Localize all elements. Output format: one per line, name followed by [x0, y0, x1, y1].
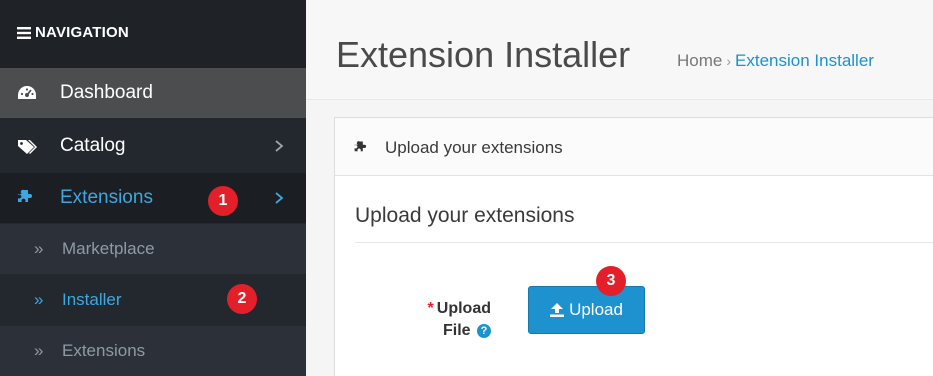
- nav-header: NAVIGATION: [0, 0, 306, 68]
- tags-icon: [18, 140, 37, 154]
- dashboard-icon: [18, 86, 36, 99]
- panel-heading: Upload your extensions: [335, 118, 933, 176]
- step-badge-3: 3: [596, 266, 626, 296]
- sidebar-item-label: Catalog: [60, 135, 126, 156]
- sidebar-item-catalog[interactable]: Catalog: [0, 121, 306, 171]
- step-badge-2: 2: [227, 284, 257, 314]
- chevron-right-icon: [275, 192, 284, 204]
- sidebar-subitem-extensions[interactable]: » Extensions: [0, 326, 306, 376]
- submenu-arrow-icon: »: [34, 239, 44, 258]
- sidebar-item-extensions[interactable]: Extensions: [0, 173, 306, 223]
- menu-icon[interactable]: [17, 27, 31, 40]
- upload-file-label: * Upload File ?: [395, 298, 491, 342]
- nav-title[interactable]: NAVIGATION: [17, 24, 129, 41]
- field-label-line2: File: [442, 322, 471, 339]
- page-title: Extension Installer: [336, 34, 631, 75]
- page-header: Extension Installer Home › Extension Insta…: [306, 0, 933, 100]
- form-legend: Upload your extensions: [355, 204, 575, 227]
- breadcrumb-separator: ›: [726, 53, 732, 69]
- nav-title-label: NAVIGATION: [35, 24, 129, 41]
- required-marker: *: [427, 300, 434, 317]
- sidebar-subitem-installer[interactable]: » Installer: [0, 275, 306, 325]
- upload-button-label: Upload: [569, 300, 623, 319]
- upload-panel: Upload your extensions Upload your exten…: [334, 117, 933, 376]
- puzzle-icon: [18, 189, 32, 202]
- submenu-arrow-icon: »: [34, 341, 44, 360]
- sidebar-subitem-label: Installer: [62, 290, 122, 309]
- legend-divider: [355, 242, 933, 243]
- panel-title: Upload your extensions: [385, 138, 563, 157]
- breadcrumb: Home › Extension Installer: [677, 51, 874, 71]
- upload-icon: [550, 303, 565, 317]
- sidebar-item-label: Dashboard: [60, 82, 153, 103]
- sidebar: NAVIGATION Dashboard Catalog Extensions: [0, 0, 306, 376]
- breadcrumb-current-link[interactable]: Extension Installer: [735, 51, 874, 70]
- upload-button[interactable]: Upload: [528, 286, 645, 334]
- breadcrumb-home-link[interactable]: Home: [677, 51, 722, 70]
- sidebar-item-dashboard[interactable]: Dashboard: [0, 68, 306, 118]
- sidebar-item-label: Extensions: [60, 187, 153, 208]
- puzzle-icon: [354, 141, 367, 152]
- sidebar-subitem-marketplace[interactable]: » Marketplace: [0, 224, 306, 274]
- help-icon[interactable]: ?: [477, 323, 491, 338]
- main-content: Extension Installer Home › Extension Insta…: [306, 0, 933, 376]
- field-label-line1: Upload: [436, 300, 491, 317]
- sidebar-subitem-label: Extensions: [62, 341, 146, 360]
- step-badge-1: 1: [208, 186, 238, 216]
- chevron-right-icon: [275, 140, 284, 152]
- submenu-arrow-icon: »: [34, 290, 44, 309]
- sidebar-subitem-label: Marketplace: [62, 239, 155, 258]
